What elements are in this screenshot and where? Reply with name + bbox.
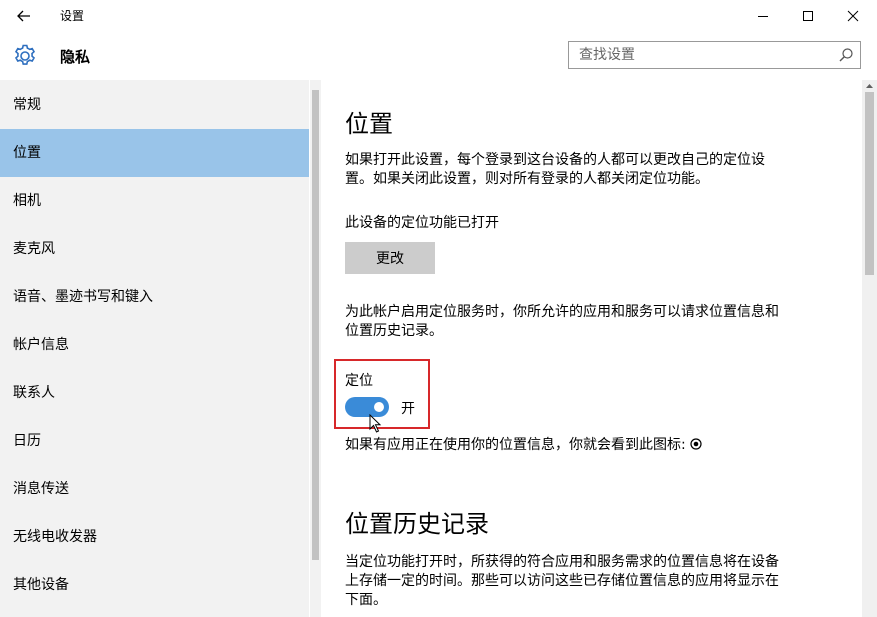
location-icon-note: 如果有应用正在使用你的位置信息，你就会看到此图标: (345, 436, 845, 455)
maximize-button[interactable] (785, 0, 831, 32)
sidebar-item-contacts[interactable]: 联系人 (0, 369, 309, 417)
sidebar-item-messaging[interactable]: 消息传送 (0, 465, 309, 513)
search-box[interactable] (568, 41, 861, 69)
location-in-use-icon (690, 438, 702, 450)
sidebar-item-radios[interactable]: 无线电收发器 (0, 513, 309, 561)
toggle-knob (374, 402, 384, 412)
page-section-title: 隐私 (60, 48, 91, 66)
location-toggle-label: 定位 (345, 373, 373, 389)
location-history-description: 当定位功能打开时，所获得的符合应用和服务需求的位置信息将在设备上存储一定的时间。… (345, 554, 779, 608)
sidebar-item-camera[interactable]: 相机 (0, 177, 309, 225)
location-icon-note-text: 如果有应用正在使用你的位置信息，你就会看到此图标: (345, 437, 686, 453)
sidebar-item-other-devices[interactable]: 其他设备 (0, 561, 309, 609)
device-location-status: 此设备的定位功能已打开 (345, 215, 499, 231)
page-header: 隐私 (0, 32, 877, 80)
maximize-icon (803, 11, 813, 21)
arrow-left-icon (17, 10, 30, 22)
content-scrollbar-thumb[interactable] (865, 92, 874, 275)
sidebar-nav: 常规 位置 相机 麦克风 语音、墨迹书写和键入 帐户信息 联系人 日历 消息传送… (0, 80, 309, 617)
location-description: 如果打开此设置，每个登录到这台设备的人都可以更改自己的定位设置。如果关闭此设置，… (345, 152, 765, 187)
close-button[interactable] (830, 0, 876, 32)
title-bar: 设置 (0, 0, 877, 32)
search-icon[interactable] (838, 47, 854, 63)
sidebar-item-calendar[interactable]: 日历 (0, 417, 309, 465)
sidebar-item-speech-inking-typing[interactable]: 语音、墨迹书写和键入 (0, 273, 309, 321)
sidebar-item-general[interactable]: 常规 (0, 81, 309, 129)
sidebar-item-account-info[interactable]: 帐户信息 (0, 321, 309, 369)
gear-icon (14, 44, 36, 65)
sidebar-item-location[interactable]: 位置 (0, 129, 309, 177)
location-history-heading: 位置历史记录 (345, 510, 489, 538)
content-pane: 位置 如果打开此设置，每个登录到这台设备的人都可以更改自己的定位设置。如果关闭此… (321, 80, 862, 617)
change-button[interactable]: 更改 (345, 242, 435, 274)
minimize-icon (758, 16, 768, 17)
location-toggle-state: 开 (401, 401, 415, 417)
scroll-up-arrow-icon[interactable] (865, 82, 874, 90)
sidebar-scrollbar-thumb[interactable] (312, 90, 319, 560)
search-input[interactable] (579, 45, 829, 65)
sidebar-item-microphone[interactable]: 麦克风 (0, 225, 309, 273)
mouse-cursor-icon (369, 414, 382, 433)
account-location-description: 为此帐户启用定位服务时，你所允许的应用和服务可以请求位置信息和位置历史记录。 (345, 304, 779, 339)
sidebar-scrollbar[interactable] (310, 80, 321, 617)
back-button[interactable] (8, 2, 40, 30)
minimize-button[interactable] (740, 0, 786, 32)
content-scrollbar[interactable] (862, 80, 877, 617)
close-icon (847, 10, 859, 22)
location-heading: 位置 (345, 110, 393, 138)
window-title: 设置 (60, 9, 85, 23)
